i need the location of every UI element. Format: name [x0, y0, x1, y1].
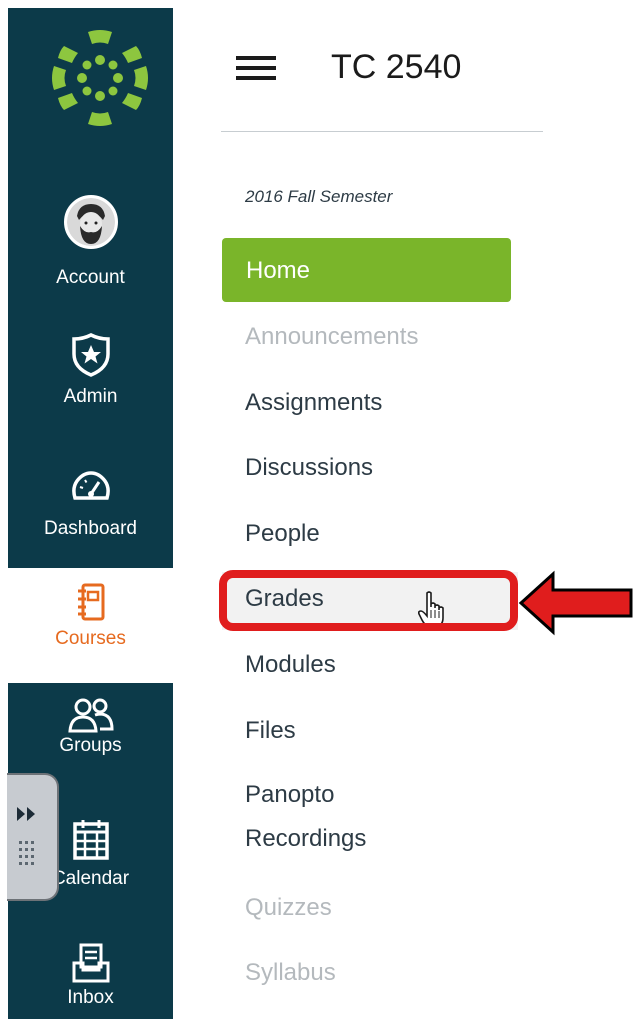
course-term: 2016 Fall Semester — [245, 187, 393, 206]
global-nav-account[interactable]: Account — [8, 195, 173, 289]
divider — [221, 131, 543, 132]
global-nav-label: Groups — [59, 735, 122, 756]
canvas-logo-icon[interactable] — [50, 28, 150, 128]
course-nav-quizzes[interactable]: Quizzes — [245, 893, 332, 923]
global-nav-label: Courses — [55, 628, 126, 649]
speedometer-icon — [71, 471, 110, 500]
double-chevron-right-icon — [17, 807, 35, 865]
global-nav-label: Admin — [63, 386, 118, 407]
course-nav-label: Panopto — [245, 781, 335, 808]
global-nav-admin[interactable]: Admin — [8, 332, 173, 408]
course-title[interactable]: TC 2540 — [331, 47, 461, 87]
avatar-icon — [63, 195, 118, 249]
course-nav-announcements[interactable]: Announcements — [245, 322, 418, 352]
course-nav-label: Recordings — [245, 825, 367, 852]
shield-star-icon — [71, 333, 110, 377]
hamburger-menu-icon[interactable] — [236, 56, 276, 84]
global-nav-inbox[interactable]: Inbox — [8, 943, 173, 1009]
global-nav-courses-inner: Courses — [8, 582, 173, 650]
calendar-icon — [72, 820, 109, 860]
annotation-highlight-box — [219, 570, 518, 631]
global-nav-label: Account — [56, 267, 125, 288]
nav-collapse-handle[interactable] — [7, 773, 59, 901]
course-nav-label: Home — [246, 257, 311, 284]
annotation-arrow-icon — [518, 570, 633, 636]
course-nav-assignments[interactable]: Assignments — [245, 388, 382, 418]
course-nav-panopto[interactable]: Panopto Recordings — [245, 780, 366, 854]
global-nav-dashboard[interactable]: Dashboard — [8, 470, 173, 540]
global-nav-label: Inbox — [67, 987, 114, 1008]
global-nav-label: Dashboard — [44, 518, 137, 539]
book-icon — [77, 583, 104, 621]
global-nav-groups[interactable]: Groups — [8, 697, 173, 757]
course-nav-discussions[interactable]: Discussions — [245, 453, 373, 483]
inbox-icon — [72, 943, 109, 983]
course-nav-home[interactable]: Home — [222, 238, 511, 302]
people-icon — [67, 698, 114, 733]
course-nav-files[interactable]: Files — [245, 716, 296, 746]
course-nav-modules[interactable]: Modules — [245, 650, 336, 680]
global-nav-courses[interactable]: Courses — [8, 568, 173, 683]
course-nav-people[interactable]: People — [245, 519, 320, 549]
course-nav-syllabus[interactable]: Syllabus — [245, 958, 336, 988]
